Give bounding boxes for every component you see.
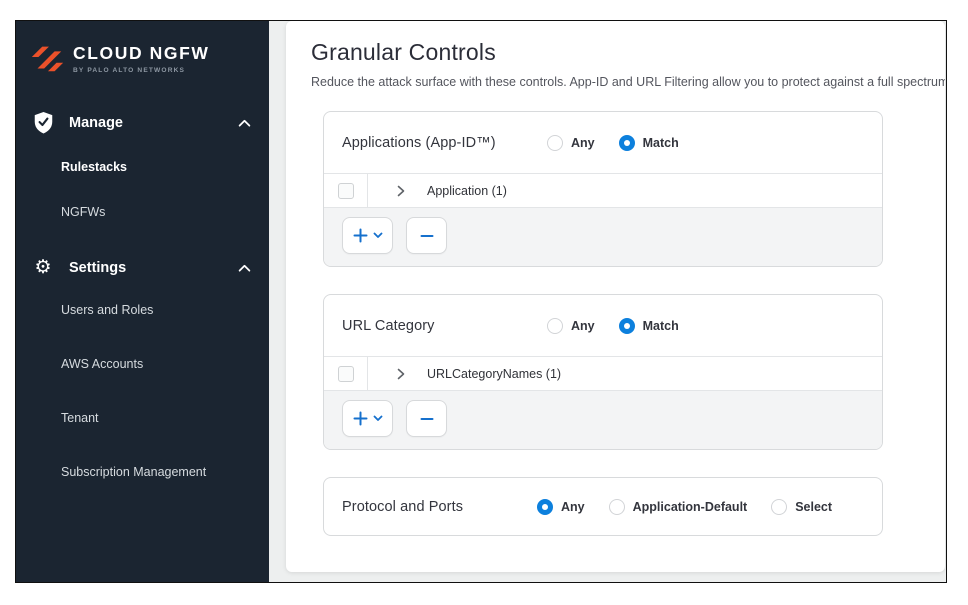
sidebar-item-tenant[interactable]: Tenant bbox=[16, 407, 269, 430]
radio-any[interactable]: Any bbox=[537, 499, 585, 515]
url-category-card-title: URL Category bbox=[342, 318, 547, 334]
add-url-category-button[interactable] bbox=[342, 400, 393, 437]
radio-select[interactable]: Select bbox=[771, 499, 832, 515]
page-title: Granular Controls bbox=[311, 39, 945, 66]
sidebar-item-aws-accounts[interactable]: AWS Accounts bbox=[16, 353, 269, 376]
applications-card: Applications (App-ID™) Any Match bbox=[323, 111, 883, 267]
radio-any[interactable]: Any bbox=[547, 135, 595, 151]
page-description: Reduce the attack surface with these con… bbox=[311, 75, 945, 89]
chevron-right-icon bbox=[397, 185, 405, 197]
sidebar: CLOUD NGFW BY PALO ALTO NETWORKS Manage … bbox=[16, 21, 269, 582]
sidebar-item-subscription-management[interactable]: Subscription Management bbox=[16, 461, 269, 484]
manage-subnav: Rulestacks NGFWs bbox=[16, 146, 269, 246]
application-row-checkbox[interactable] bbox=[338, 183, 354, 199]
minus-icon bbox=[420, 417, 434, 421]
radio-match-dot[interactable] bbox=[619, 135, 635, 151]
applications-card-title: Applications (App-ID™) bbox=[342, 135, 547, 151]
radio-any-dot[interactable] bbox=[547, 318, 563, 334]
radio-select-dot[interactable] bbox=[771, 499, 787, 515]
protocol-ports-card-title: Protocol and Ports bbox=[342, 499, 537, 515]
url-category-table-row: URLCategoryNames (1) bbox=[324, 356, 882, 390]
sidebar-item-ngfws[interactable]: NGFWs bbox=[16, 201, 269, 224]
chevron-up-icon bbox=[238, 264, 251, 272]
radio-application-default[interactable]: Application-Default bbox=[609, 499, 748, 515]
url-category-card: URL Category Any Match bbox=[323, 294, 883, 450]
radio-any[interactable]: Any bbox=[547, 318, 595, 334]
url-category-radio-group: Any Match bbox=[547, 318, 679, 334]
radio-match[interactable]: Match bbox=[619, 135, 679, 151]
protocol-ports-card: Protocol and Ports Any Application-Defau… bbox=[323, 477, 883, 536]
sidebar-section-label: Manage bbox=[69, 115, 238, 131]
applications-radio-group: Any Match bbox=[547, 135, 679, 151]
settings-subnav: Users and Roles AWS Accounts Tenant Subs… bbox=[16, 289, 269, 515]
radio-match[interactable]: Match bbox=[619, 318, 679, 334]
chevron-down-icon bbox=[373, 415, 383, 422]
sidebar-item-users-and-roles[interactable]: Users and Roles bbox=[16, 299, 269, 322]
remove-url-category-button[interactable] bbox=[406, 400, 447, 437]
brand-logo: CLOUD NGFW BY PALO ALTO NETWORKS bbox=[16, 31, 269, 91]
application-row-expander[interactable]: Application (1) bbox=[368, 174, 507, 207]
app-window: CLOUD NGFW BY PALO ALTO NETWORKS Manage … bbox=[15, 20, 947, 583]
chevron-right-icon bbox=[397, 368, 405, 380]
url-category-row-checkbox[interactable] bbox=[338, 366, 354, 382]
radio-application-default-dot[interactable] bbox=[609, 499, 625, 515]
url-category-row-expander[interactable]: URLCategoryNames (1) bbox=[368, 357, 561, 390]
radio-any-dot[interactable] bbox=[547, 135, 563, 151]
sidebar-section-manage[interactable]: Manage bbox=[16, 99, 269, 146]
application-table-row: Application (1) bbox=[324, 173, 882, 207]
shield-check-icon bbox=[31, 111, 55, 134]
sidebar-section-settings[interactable]: ⚙ Settings bbox=[16, 246, 269, 289]
main-panel: Granular Controls Reduce the attack surf… bbox=[286, 21, 945, 572]
chevron-up-icon bbox=[238, 119, 251, 127]
remove-application-button[interactable] bbox=[406, 217, 447, 254]
palo-alto-logo-icon bbox=[28, 39, 66, 77]
add-application-button[interactable] bbox=[342, 217, 393, 254]
radio-any-dot[interactable] bbox=[537, 499, 553, 515]
minus-icon bbox=[420, 234, 434, 238]
sidebar-item-rulestacks[interactable]: Rulestacks bbox=[16, 156, 269, 179]
radio-match-dot[interactable] bbox=[619, 318, 635, 334]
app-title: CLOUD NGFW bbox=[73, 43, 210, 64]
protocol-ports-radio-group: Any Application-Default Select bbox=[537, 499, 832, 515]
gear-icon: ⚙ bbox=[31, 258, 55, 277]
plus-icon bbox=[353, 411, 368, 426]
chevron-down-icon bbox=[373, 232, 383, 239]
plus-icon bbox=[353, 228, 368, 243]
app-subtitle: BY PALO ALTO NETWORKS bbox=[73, 67, 210, 74]
sidebar-section-label: Settings bbox=[69, 260, 238, 276]
content-area: Granular Controls Reduce the attack surf… bbox=[269, 21, 946, 582]
